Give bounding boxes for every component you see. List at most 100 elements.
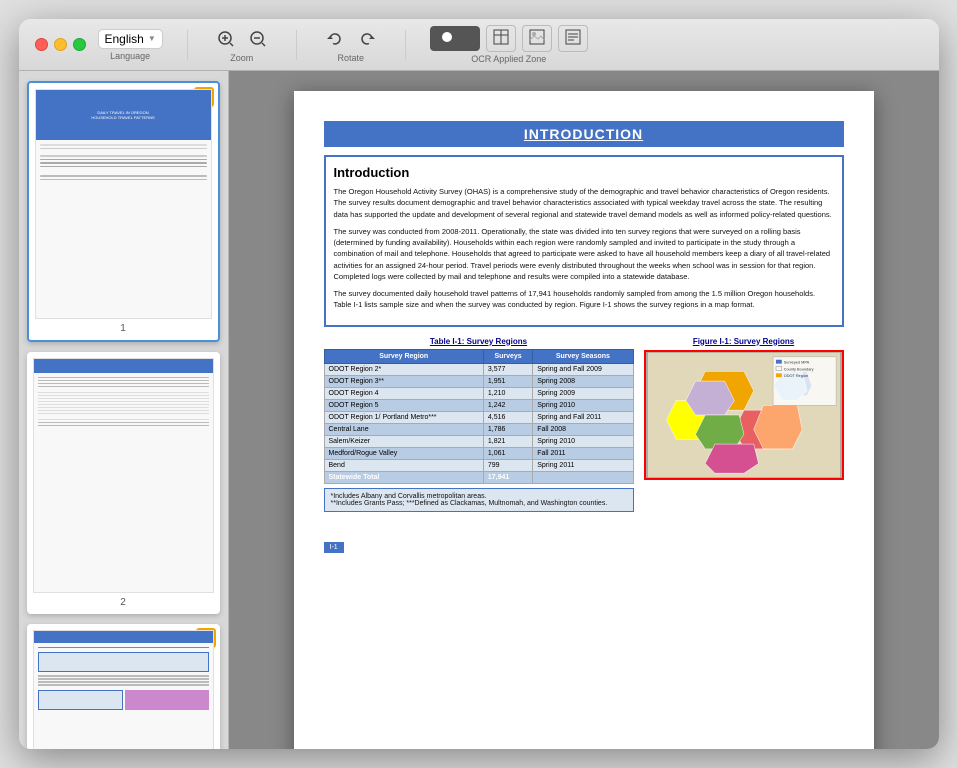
cell-seasons-total [533,471,633,483]
table-row: Bend 799 Spring 2011 [324,459,633,471]
table-row: ODOT Region 5 1,242 Spring 2010 [324,399,633,411]
traffic-lights [35,38,86,51]
table-row: Central Lane 1,786 Fall 2008 [324,423,633,435]
cell-surveys: 1,061 [483,447,532,459]
table-row: Salem/Keizer 1,821 Spring 2010 [324,435,633,447]
col-header-surveys: Surveys [483,349,532,363]
table-title: Table I-1: Survey Regions [324,337,634,346]
close-button[interactable] [35,38,48,51]
cell-region: Medford/Rogue Valley [324,447,483,459]
footnote-2: **Includes Grants Pass; ***Defined as Cl… [331,500,627,507]
map-image: Surveyed MPA County Boundary ODOT Region [644,350,844,480]
thumb-image-1: DAILY TRAVEL IN OREGONHOUSEHOLD TRAVEL P… [35,89,212,319]
cell-surveys: 799 [483,459,532,471]
cell-surveys: 3,577 [483,363,532,375]
cell-surveys-total: 17,941 [483,471,532,483]
thumb-image-2 [33,358,214,593]
language-selector[interactable]: English ▼ [98,29,163,49]
intro-box: Introduction The Oregon Household Activi… [324,155,844,327]
zoom-controls [212,27,272,51]
footnote-1: *Includes Albany and Corvallis metropoli… [331,493,627,500]
ocr-zone-btn-1[interactable] [486,25,516,52]
cell-seasons: Spring and Fall 2011 [533,411,633,423]
intro-heading: Introduction [334,165,834,180]
map-column: Figure I-1: Survey Regions [644,337,844,512]
zone-table-icon [493,29,509,45]
cell-seasons: Spring and Fall 2009 [533,363,633,375]
cell-seasons: Spring 2010 [533,435,633,447]
cell-region: Salem/Keizer [324,435,483,447]
rotate-group: Rotate [321,27,381,63]
page-thumb-2[interactable]: 2 [27,352,220,614]
cell-seasons: Spring 2008 [533,375,633,387]
fullscreen-button[interactable] [73,38,86,51]
cell-surveys: 1,786 [483,423,532,435]
rotate-left-button[interactable] [321,27,349,51]
rotate-right-icon [358,30,376,48]
rotate-label: Rotate [338,53,365,63]
ocr-controls [430,25,588,52]
section-title: INTRODUCTION [324,121,844,147]
table-row-total: Statewide Total 17,941 [324,471,633,483]
cell-region: ODOT Region 4 [324,387,483,399]
sidebar: ✏ DAILY TRAVEL IN OREGONHOUSEHOLD TRAVEL… [19,71,229,749]
zone-image-icon [529,29,545,45]
paragraph-1: The Oregon Household Activity Survey (OH… [334,186,834,220]
cell-surveys: 1,242 [483,399,532,411]
cell-surveys: 1,951 [483,375,532,387]
table-row: Medford/Rogue Valley 1,061 Fall 2011 [324,447,633,459]
zoom-in-button[interactable] [212,27,240,51]
page-thumb-3[interactable]: ✏ 3 [27,624,220,749]
titlebar: English ▼ Language [19,19,939,71]
cell-seasons: Fall 2011 [533,447,633,459]
cell-seasons: Spring 2009 [533,387,633,399]
page-number-2: 2 [33,597,214,608]
paragraph-3: The survey documented daily household tr… [334,288,834,311]
separator-3 [405,30,406,60]
survey-table: Survey Region Surveys Survey Seasons ODO… [324,349,634,484]
zone-text-icon [565,29,581,45]
cell-region: Central Lane [324,423,483,435]
rotate-controls [321,27,381,51]
thumb-image-3 [33,630,214,749]
table-row: ODOT Region 3** 1,951 Spring 2008 [324,375,633,387]
col-header-region: Survey Region [324,349,483,363]
col-header-seasons: Survey Seasons [533,349,633,363]
page-area: INTRODUCTION Introduction The Oregon Hou… [229,71,939,749]
cell-region: ODOT Region 3** [324,375,483,387]
page-number-text: I-1 [324,542,344,553]
zoom-label: Zoom [230,53,253,63]
cell-surveys: 1,821 [483,435,532,447]
table-column: Table I-1: Survey Regions Survey Region … [324,337,634,512]
map-title: Figure I-1: Survey Regions [644,337,844,346]
zoom-in-icon [217,30,235,48]
main-content: ✏ DAILY TRAVEL IN OREGONHOUSEHOLD TRAVEL… [19,71,939,749]
map-svg: Surveyed MPA County Boundary ODOT Region [646,352,842,478]
zoom-out-button[interactable] [244,27,272,51]
cell-region-total: Statewide Total [324,471,483,483]
ocr-zone-btn-2[interactable] [522,25,552,52]
page-number-badge: I-1 [324,522,844,554]
toolbar: English ▼ Language [98,25,923,64]
ocr-toggle-button[interactable] [430,26,480,51]
cell-region: Bend [324,459,483,471]
rotate-right-button[interactable] [353,27,381,51]
table-row: ODOT Region 1/ Portland Metro*** 4,516 S… [324,411,633,423]
minimize-button[interactable] [54,38,67,51]
paragraph-2: The survey was conducted from 2008-2011.… [334,226,834,282]
ocr-zone-btn-3[interactable] [558,25,588,52]
table-row: ODOT Region 2* 3,577 Spring and Fall 200… [324,363,633,375]
zoom-out-icon [249,30,267,48]
svg-text:ODOT Region: ODOT Region [783,373,807,378]
page-thumb-1[interactable]: ✏ DAILY TRAVEL IN OREGONHOUSEHOLD TRAVEL… [27,81,220,342]
footnotes: *Includes Albany and Corvallis metropoli… [324,488,634,512]
two-column-section: Table I-1: Survey Regions Survey Region … [324,337,844,512]
rotate-left-icon [326,30,344,48]
chevron-down-icon: ▼ [148,34,156,43]
cell-seasons: Spring 2010 [533,399,633,411]
ocr-group: OCR Applied Zone [430,25,588,64]
language-label: Language [110,51,150,61]
cell-region: ODOT Region 2* [324,363,483,375]
cell-surveys: 1,210 [483,387,532,399]
ocr-toggle-icon [440,30,470,44]
